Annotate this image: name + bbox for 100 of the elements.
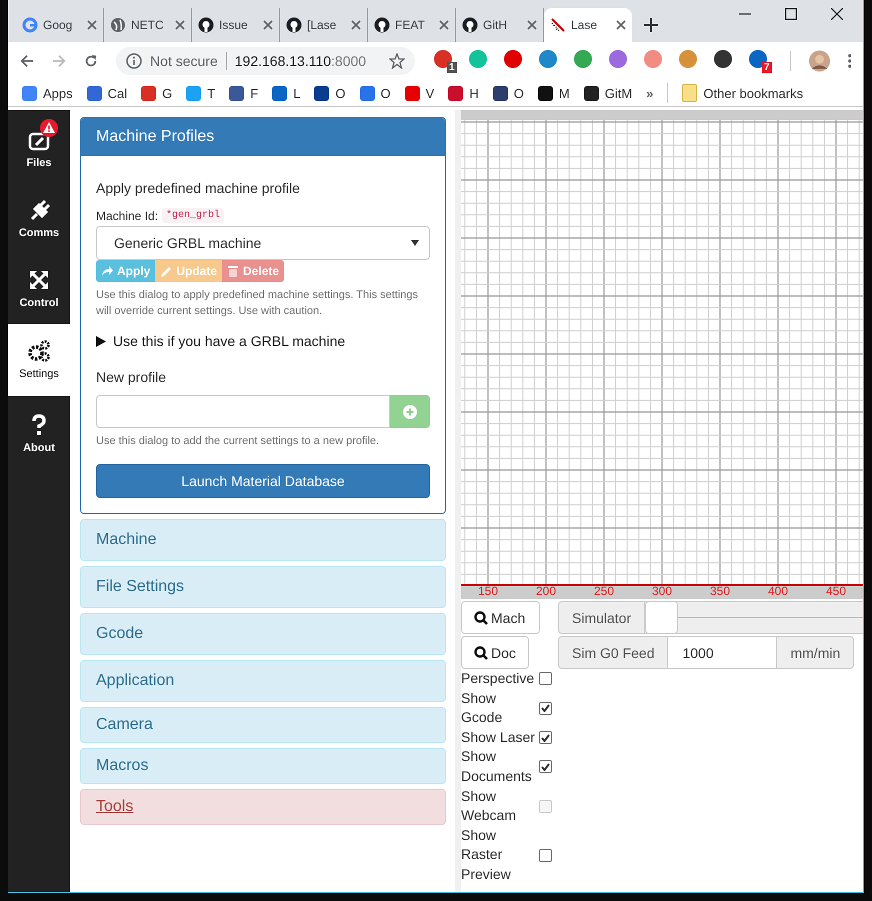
accordion-header[interactable]: Machine	[80, 519, 446, 561]
checkmark-icon	[541, 762, 550, 771]
sidebar-tab[interactable]: Files	[8, 114, 70, 184]
checkbox-label: Show Laser	[461, 728, 535, 747]
field-label: Machine Id:	[96, 208, 158, 222]
profile-select[interactable]: Generic GRBL machine	[96, 226, 430, 260]
help-text: Use this dialog to apply predefined machine settings. This settings will override current settings. Use with caution.	[96, 288, 420, 319]
checkbox-label: Show Raster Preview	[461, 826, 512, 884]
bookmark[interactable]: O	[314, 86, 346, 100]
slider-thumb[interactable]	[645, 601, 678, 634]
tab-title: FEAT	[395, 18, 426, 32]
bookmark[interactable]: O	[492, 86, 524, 100]
machine-id-code: *gen_grbl	[162, 208, 224, 223]
accordion-header[interactable]: Macros	[80, 748, 446, 784]
disclosure-toggle[interactable]: Use this if you have a GRBL machine	[96, 333, 430, 349]
ruler-label: 250	[594, 584, 614, 598]
accordion-header[interactable]: Gcode	[80, 613, 446, 655]
bookmark[interactable]: Apps	[22, 86, 73, 100]
browser-tab[interactable]: Issue	[192, 8, 280, 42]
bookmark[interactable]: M	[538, 86, 570, 100]
input-addon: Simulator	[558, 601, 646, 634]
url-text: 192.168.13.110:8000	[234, 53, 368, 69]
plus-circle-icon	[403, 404, 417, 418]
feed-field[interactable]: 1000	[668, 636, 776, 669]
checkbox-label: Show Documents	[461, 747, 533, 786]
tab-title: GitH	[483, 18, 508, 32]
ruler-label: 400	[768, 584, 788, 598]
arrows-icon	[28, 269, 50, 291]
sidebar-tab[interactable]: Control	[8, 254, 70, 324]
checkbox[interactable]	[539, 731, 552, 744]
maximize-icon[interactable]	[785, 8, 797, 20]
accordion-header[interactable]: Tools	[80, 789, 446, 825]
ruler-label: 300	[652, 584, 672, 598]
caret-right-icon	[96, 336, 106, 346]
ruler-label: 350	[710, 584, 730, 598]
back-icon[interactable]	[20, 53, 34, 69]
trash-icon	[227, 264, 240, 278]
avatar-icon[interactable]	[808, 49, 830, 73]
dropdown-caret-icon	[411, 240, 419, 246]
browser-tab[interactable]: Lase	[544, 8, 632, 42]
address-bar[interactable]: Not secure 192.168.13.110:8000	[116, 47, 414, 75]
browser-tab[interactable]: [Lase	[280, 8, 368, 42]
tab-title: Lase	[571, 18, 598, 32]
browser-tab[interactable]: NETC	[104, 8, 192, 42]
count-badge: 1	[446, 62, 456, 73]
count-badge: 7	[762, 62, 772, 73]
sidebar-tab[interactable]: Comms	[8, 184, 70, 254]
simulator-slider[interactable]	[645, 601, 863, 634]
section-heading: Apply predefined machine profile	[96, 180, 301, 196]
checkbox-label: Perspective	[461, 669, 535, 688]
google-icon	[22, 17, 38, 33]
new-tab-icon[interactable]	[644, 18, 658, 32]
browser-tab[interactable]: FEAT	[368, 8, 456, 42]
launch-button[interactable]: Launch Material Database	[96, 464, 430, 498]
checkbox-label: Show Webcam	[461, 786, 517, 826]
laser-icon	[550, 17, 566, 33]
ruler-label: 450	[826, 584, 846, 598]
checkbox[interactable]	[539, 760, 552, 774]
zoom-button[interactable]: Doc	[461, 636, 529, 669]
section-heading: New profile	[96, 369, 168, 385]
ruler-label: 200	[536, 584, 556, 598]
bookmark[interactable]: G	[141, 86, 172, 100]
accordion-header[interactable]: File Settings	[80, 566, 446, 608]
sidebar-tab[interactable]: Settings	[8, 324, 70, 396]
bookmark[interactable]: Cal	[86, 86, 128, 100]
bookmark[interactable]: GitM	[584, 86, 632, 100]
star-icon[interactable]	[388, 53, 404, 69]
checkbox-label: Show Gcode	[461, 688, 504, 728]
tab-title: NETC	[131, 18, 165, 32]
accordion-header[interactable]: Application	[80, 660, 446, 702]
close-icon[interactable]	[616, 20, 626, 30]
zoom-button[interactable]: Mach	[461, 601, 540, 634]
panel-header[interactable]: Machine Profiles	[81, 118, 445, 156]
bookmark[interactable]: O	[360, 86, 391, 100]
accordion-header[interactable]: Camera	[80, 707, 446, 743]
tab-title: Goog	[43, 18, 74, 32]
search-icon	[474, 610, 488, 624]
checkmark-icon	[541, 704, 550, 712]
overflow-button[interactable]: »	[646, 86, 654, 100]
tab-title: [Lase	[307, 18, 338, 32]
help-text: Use this dialog to add the current settings to a new profile.	[96, 434, 380, 449]
input-addon: mm/min	[776, 636, 854, 669]
browser-tab[interactable]: Goog	[16, 8, 104, 42]
checkbox[interactable]	[539, 848, 552, 862]
info-icon[interactable]	[126, 53, 142, 69]
bookmark-folder[interactable]: Other bookmarks	[682, 84, 804, 102]
plug-icon	[28, 199, 50, 221]
menu-icon[interactable]	[848, 53, 852, 69]
share-arrow-icon	[101, 264, 113, 278]
sidebar-tab[interactable]: About	[8, 399, 70, 469]
close-icon[interactable]	[831, 8, 843, 20]
security-label: Not secure	[150, 53, 218, 69]
checkbox[interactable]	[539, 702, 552, 715]
browser-tab[interactable]: GitH	[456, 8, 544, 42]
profile-name-field[interactable]	[96, 395, 390, 428]
tab-title: Issue	[219, 18, 249, 32]
checkmark-icon	[541, 734, 550, 742]
checkbox[interactable]	[539, 672, 552, 686]
reload-icon[interactable]	[84, 53, 98, 69]
gears-icon	[28, 340, 50, 362]
